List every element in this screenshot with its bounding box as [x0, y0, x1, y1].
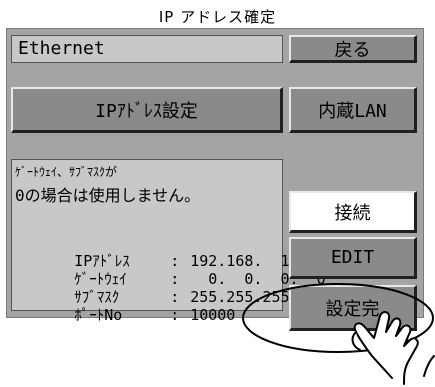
network-info-panel: ｹﾞｰﾄｳｪｲ、ｻﾌﾞﾏｽｸが 0の場合は使用しません。 IPｱﾄﾞﾚｽ:192…: [11, 159, 326, 324]
back-button[interactable]: 戻る: [289, 35, 417, 63]
set-complete-button[interactable]: 設定完: [289, 285, 417, 331]
touch-panel-screen: Ethernet 戻る IPｱﾄﾞﾚｽ設定 内蔵LAN ｹﾞｰﾄｳｪｲ、ｻﾌﾞﾏ…: [6, 28, 424, 331]
edit-button[interactable]: EDIT: [289, 237, 417, 279]
note-line-2: 0の場合は使用しません。: [15, 186, 201, 205]
port-number-label: ﾎﾟｰﾄNo: [74, 306, 123, 324]
internal-lan-button[interactable]: 内蔵LAN: [289, 87, 417, 133]
row-separator: :: [170, 306, 180, 324]
page-title: IP アドレス確定: [158, 8, 277, 26]
note-line-1: ｹﾞｰﾄｳｪｲ、ｻﾌﾞﾏｽｸが: [15, 165, 118, 179]
port-number-row: ﾎﾟｰﾄNo:10000: [20, 286, 235, 343]
ethernet-label: Ethernet: [11, 35, 283, 63]
connect-button[interactable]: 接続: [289, 191, 417, 233]
port-number-value: 10000: [190, 306, 236, 324]
ip-settings-button[interactable]: IPｱﾄﾞﾚｽ設定: [11, 87, 283, 133]
